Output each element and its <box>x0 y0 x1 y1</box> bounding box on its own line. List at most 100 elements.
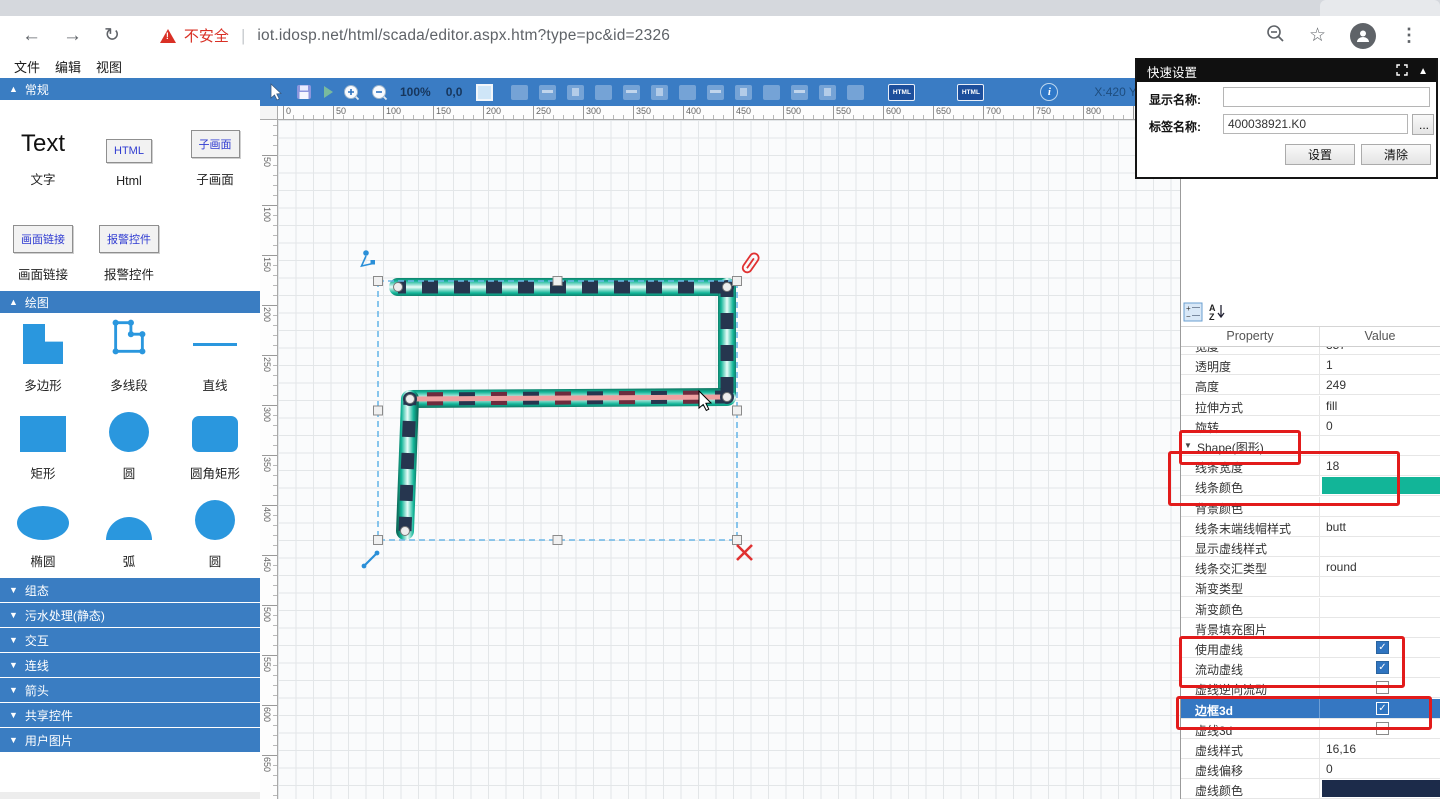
property-row[interactable]: 虚线颜色 <box>1181 779 1440 799</box>
property-value-cell[interactable]: 1 <box>1319 355 1440 374</box>
property-value-cell[interactable]: ✓ <box>1319 699 1440 718</box>
design-canvas[interactable] <box>278 120 1180 799</box>
property-row[interactable]: 线条交汇类型round <box>1181 557 1440 577</box>
tag-name-input[interactable] <box>1223 114 1408 134</box>
checkbox-unchecked[interactable] <box>1376 722 1389 735</box>
property-value-cell[interactable] <box>1319 436 1440 455</box>
sidebar-section-header[interactable]: ▼共享控件 <box>0 703 260 727</box>
property-row[interactable]: ▼Shape(图形) <box>1181 436 1440 456</box>
property-row[interactable]: 虚线3d <box>1181 719 1440 739</box>
category-collapse-icon[interactable]: ▼ <box>1184 441 1192 450</box>
property-value-cell[interactable]: ✓ <box>1319 658 1440 677</box>
property-row[interactable]: 线条颜色 <box>1181 476 1440 496</box>
property-row[interactable]: 显示虚线样式 <box>1181 537 1440 557</box>
sidebar-tool-polyline[interactable]: 多线段 <box>86 314 172 402</box>
property-row[interactable]: 使用虚线✓ <box>1181 638 1440 658</box>
checkbox-checked[interactable]: ✓ <box>1376 702 1389 715</box>
sidebar-tool-circle2[interactable]: 圆 <box>172 490 258 578</box>
property-row[interactable]: 旋转0 <box>1181 416 1440 436</box>
browser-menu-icon[interactable]: ⋮ <box>1400 25 1418 46</box>
sidebar-tool-line[interactable]: 直线 <box>172 314 258 402</box>
sidebar-tool-rect[interactable]: 矩形 <box>0 402 86 490</box>
sidebar-section-header[interactable]: ▼组态 <box>0 578 260 602</box>
sidebar-section-header[interactable]: ▼用户图片 <box>0 728 260 752</box>
html-export-icon[interactable]: HTML <box>888 84 915 101</box>
property-row[interactable]: 边框3d✓ <box>1181 699 1440 719</box>
browser-tab[interactable] <box>1320 0 1440 16</box>
info-icon[interactable]: i <box>1040 83 1058 101</box>
color-swatch[interactable] <box>1322 477 1440 494</box>
sort-az-icon[interactable]: AZ <box>1207 302 1227 327</box>
preview-play-icon[interactable] <box>324 86 333 98</box>
menu-file[interactable]: 文件 <box>14 57 40 76</box>
property-value-cell[interactable]: 0 <box>1319 416 1440 435</box>
property-value-cell[interactable]: fill <box>1319 396 1440 415</box>
bookmark-star-icon[interactable]: ☆ <box>1309 24 1326 47</box>
security-label[interactable]: 不安全 <box>184 25 229 46</box>
display-name-input[interactable] <box>1223 87 1430 107</box>
property-value-cell[interactable] <box>1319 537 1440 556</box>
property-row[interactable]: 虚线偏移0 <box>1181 759 1440 779</box>
sidebar-tool-button[interactable]: 画面链接画面链接 <box>0 196 86 291</box>
property-row[interactable]: 背景颜色 <box>1181 497 1440 517</box>
sidebar-section-header[interactable]: ▼污水处理(静态) <box>0 603 260 627</box>
property-value-cell[interactable] <box>1319 598 1440 617</box>
property-value-cell[interactable] <box>1319 719 1440 738</box>
property-value-cell[interactable] <box>1319 476 1440 495</box>
zoom-out-icon[interactable] <box>371 84 388 101</box>
html-source-icon[interactable]: HTML <box>957 84 984 101</box>
sidebar-section-header[interactable]: ▲常规 <box>0 78 260 100</box>
property-row[interactable]: 渐变类型 <box>1181 577 1440 597</box>
property-value-cell[interactable] <box>1319 678 1440 697</box>
dock-icon[interactable] <box>1396 64 1408 79</box>
clear-button[interactable]: 清除 <box>1361 144 1431 165</box>
sidebar-section-header[interactable]: ▲绘图 <box>0 291 260 313</box>
checkbox-unchecked[interactable] <box>1376 681 1389 694</box>
profile-avatar[interactable] <box>1350 23 1376 49</box>
property-value-cell[interactable]: round <box>1319 557 1440 576</box>
property-value-cell[interactable] <box>1319 779 1440 798</box>
forward-icon[interactable]: → <box>63 26 82 45</box>
property-row[interactable]: 虚线逆向流动 <box>1181 678 1440 698</box>
property-row[interactable]: 高度249 <box>1181 375 1440 395</box>
select-cursor-icon[interactable] <box>269 83 283 101</box>
menu-edit[interactable]: 编辑 <box>55 57 81 76</box>
collapse-up-icon[interactable]: ▲ <box>1418 66 1428 77</box>
canvas-settings-icon[interactable] <box>476 84 493 101</box>
zoom-in-icon[interactable] <box>343 84 360 101</box>
property-value-cell[interactable]: butt <box>1319 517 1440 536</box>
sidebar-tool-button[interactable]: 子画面子画面 <box>172 101 258 196</box>
tag-browse-button[interactable]: ... <box>1412 114 1434 135</box>
sidebar-tool-circle[interactable]: 圆 <box>86 402 172 490</box>
menu-view[interactable]: 视图 <box>96 57 122 76</box>
sidebar-tool-button[interactable]: HTMLHtml <box>86 101 172 196</box>
sidebar-tool-polygon[interactable]: 多边形 <box>0 314 86 402</box>
property-value-cell[interactable] <box>1319 497 1440 516</box>
color-swatch[interactable] <box>1322 780 1440 797</box>
property-value-cell[interactable]: 18 <box>1319 456 1440 475</box>
property-row[interactable]: 渐变颜色 <box>1181 598 1440 618</box>
property-value-cell[interactable]: 0 <box>1319 759 1440 778</box>
property-value-cell[interactable]: ✓ <box>1319 638 1440 657</box>
sidebar-section-header[interactable]: ▼箭头 <box>0 678 260 702</box>
sidebar-tool-text[interactable]: Text文字 <box>0 101 86 196</box>
property-value-cell[interactable]: 16,16 <box>1319 739 1440 758</box>
checkbox-checked[interactable]: ✓ <box>1376 661 1389 674</box>
property-row[interactable]: 流动虚线✓ <box>1181 658 1440 678</box>
quick-settings-titlebar[interactable]: 快速设置 ▲ <box>1137 60 1436 82</box>
sidebar-tool-ellipse[interactable]: 椭圆 <box>0 490 86 578</box>
sidebar-tool-arc[interactable]: 弧 <box>86 490 172 578</box>
back-icon[interactable]: ← <box>22 26 41 45</box>
security-warning-icon[interactable] <box>160 29 176 43</box>
set-button[interactable]: 设置 <box>1285 144 1355 165</box>
address-bar-url[interactable]: iot.idosp.net/html/scada/editor.aspx.htm… <box>257 27 670 45</box>
reload-icon[interactable]: ↻ <box>104 26 120 45</box>
categorize-view-icon[interactable]: +− <box>1183 302 1203 327</box>
sidebar-section-header[interactable]: ▼连线 <box>0 653 260 677</box>
property-row[interactable]: 虚线样式16,16 <box>1181 739 1440 759</box>
sidebar-section-header[interactable]: ▼交互 <box>0 628 260 652</box>
save-icon[interactable] <box>296 84 312 100</box>
sidebar-scrollbar[interactable] <box>0 792 260 799</box>
sidebar-tool-button[interactable]: 报警控件报警控件 <box>86 196 172 291</box>
property-row[interactable]: 线条宽度18 <box>1181 456 1440 476</box>
